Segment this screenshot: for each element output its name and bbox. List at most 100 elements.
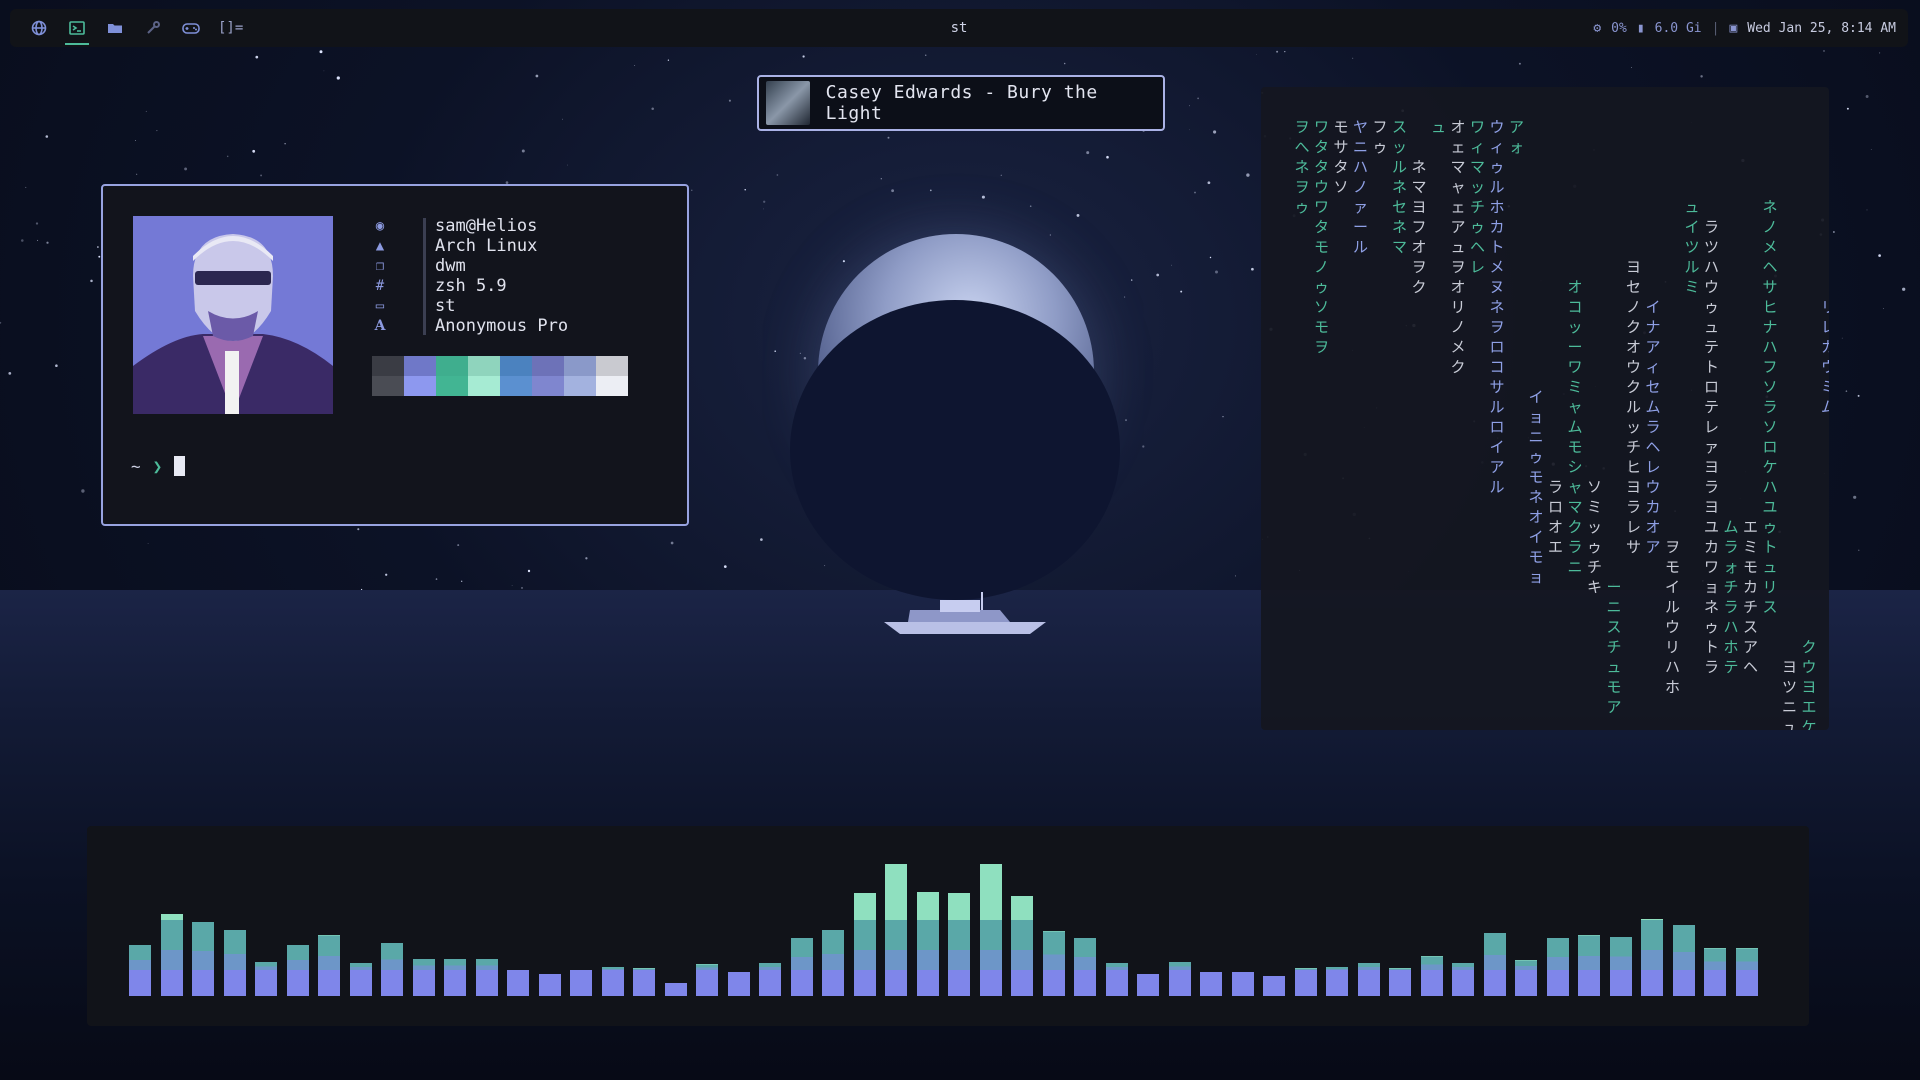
visualizer-bar (1735, 948, 1758, 996)
now-playing-notification[interactable]: Casey Edwards - Bury the Light (757, 75, 1165, 131)
palette-swatch (372, 376, 404, 396)
visualizer-bar (1483, 932, 1506, 996)
matrix-column: ュイツルミ (1684, 198, 1700, 296)
visualizer-bar (1231, 972, 1254, 996)
visualizer-bar (381, 943, 403, 996)
visualizer-bar (727, 972, 750, 996)
cpu-icon: ⚙ (1593, 20, 1602, 36)
visualizer-bar (1420, 956, 1443, 996)
visualizer-bar (633, 968, 655, 996)
terminal-icon: ▭ (375, 298, 385, 314)
memory-icon: ▮ (1636, 20, 1645, 36)
palette-swatch (564, 376, 596, 396)
matrix-column: ウィゥルホカトメヌネヲロコサルロイアル (1489, 118, 1505, 496)
palette-swatch (500, 376, 532, 396)
matrix-column: オコッーワミャムモシャマクラニ (1567, 278, 1583, 576)
matrix-column: ュ (1430, 118, 1446, 136)
visualizer-bar (790, 937, 813, 996)
matrix-column: クウヨエケ (1801, 638, 1817, 730)
palette-swatch (596, 356, 628, 376)
wrench-icon (147, 21, 160, 34)
audio-visualizer-window[interactable] (87, 826, 1809, 1026)
tag-tools[interactable] (134, 9, 172, 47)
terminal-window[interactable]: ◉ sam@Helios ▲ Arch Linux ❐ dwm # zsh 5.… (101, 184, 689, 526)
visualizer-bar (1704, 948, 1726, 996)
palette-swatch (532, 376, 564, 396)
visualizer-bar (1168, 961, 1191, 996)
info-row-user: ◉ sam@Helios (371, 216, 568, 236)
info-user: sam@Helios (435, 216, 538, 236)
visualizer-bar (1578, 935, 1600, 996)
tag-web[interactable] (20, 9, 58, 47)
prompt-symbol: ❯ (152, 456, 163, 476)
info-row-os: ▲ Arch Linux (371, 236, 568, 256)
layout-indicator[interactable]: []= (218, 20, 243, 36)
status-modules: ⚙ 0% ▮ 6.0 Gi | ▣ Wed Jan 25, 8:14 AM (1593, 21, 1908, 36)
palette-swatch (372, 356, 404, 376)
gamepad-icon (182, 23, 200, 34)
matrix-column: ラロオエ (1547, 478, 1563, 556)
visualizer-bar (853, 893, 876, 996)
visualizer-bar (318, 935, 340, 996)
info-os: Arch Linux (435, 236, 538, 256)
avatar (133, 216, 333, 414)
cpu-usage: 0% (1611, 20, 1627, 36)
prompt-directory: ~ (131, 456, 141, 476)
fetch-info: ◉ sam@Helios ▲ Arch Linux ❐ dwm # zsh 5.… (371, 216, 569, 336)
terminal-icon (69, 21, 85, 35)
matrix-column: ラツハウゥュテトロテレァヨラヨユカワョネゥトラ (1703, 218, 1719, 676)
palette-swatch (468, 356, 500, 376)
tag-files[interactable] (96, 9, 134, 47)
matrix-column: ヨセノクオウクルッチヒヨラレサ (1625, 258, 1641, 556)
palette-swatch (596, 376, 628, 396)
matrix-column: ネマヨフオヲク (1411, 158, 1427, 296)
matrix-column: ネノメヘサヒナハフソラソロケハユゥトュリス (1762, 198, 1778, 616)
track-title: Casey Edwards - Bury the Light (825, 82, 1098, 124)
matrix-column: イナアィセムラヘレウカオア (1645, 298, 1661, 556)
info-row-font: A Anonymous Pro (371, 316, 569, 336)
visualizer-bar (538, 973, 561, 996)
visualizer-bar (1326, 966, 1348, 996)
matrix-column: エミモカチスアヘ (1742, 518, 1758, 676)
visualizer-bar (349, 963, 372, 996)
visualizer-bar (948, 893, 970, 996)
tag-terminal[interactable] (58, 9, 96, 47)
separator: | (1711, 20, 1720, 36)
matrix-column: ヤニハノァール (1352, 118, 1368, 256)
matrix-column: リレカウミム (1820, 298, 1829, 416)
info-terminal: st (435, 296, 456, 316)
matrix-column: ーニスチュモア (1606, 578, 1622, 716)
tag-games[interactable] (172, 9, 210, 47)
visualizer-bar (1546, 937, 1569, 996)
visualizer-bar (223, 930, 246, 996)
arch-icon: ▲ (375, 238, 385, 254)
user-icon: ◉ (375, 218, 385, 234)
visualizer-bar (475, 959, 498, 996)
info-wm: dwm (435, 256, 466, 276)
moon-shadow (790, 300, 1120, 600)
visualizer-bar (1515, 960, 1537, 996)
matrix-column: フゥ (1372, 118, 1388, 156)
matrix-column: イョニゥモネオイモョ (1528, 388, 1544, 586)
visualizer-bar (1042, 931, 1065, 996)
visualizer-bar (885, 864, 907, 996)
globe-icon (31, 20, 47, 36)
info-row-wm: ❐ dwm (371, 256, 568, 276)
palette-swatch (564, 356, 596, 376)
visualizer-bar (255, 961, 277, 996)
visualizer-bar (1357, 963, 1380, 996)
memory-usage: 6.0 Gi (1654, 20, 1702, 36)
visualizer-bar (1263, 976, 1285, 996)
folder-icon (108, 24, 122, 33)
visualizer-bar (570, 969, 592, 996)
shell-prompt[interactable]: ~ ❯ (131, 456, 186, 476)
visualizer-bar (696, 964, 718, 996)
clock: Wed Jan 25, 8:14 AM (1747, 20, 1896, 36)
matrix-column: オェマャェアュヲオリノメク (1450, 118, 1466, 376)
visualizer-bar (129, 944, 151, 996)
palette-swatch (436, 356, 468, 376)
matrix-column: ソミッゥチキ (1586, 478, 1602, 596)
visualizer-bar (1105, 963, 1128, 996)
visualizer-bar (822, 930, 844, 996)
matrix-rain-window[interactable]: ヲへネヲゥワタタウワタモノゥソモヲモサタソヤニハノァールフゥスッルネセネマネマヨ… (1261, 87, 1829, 730)
